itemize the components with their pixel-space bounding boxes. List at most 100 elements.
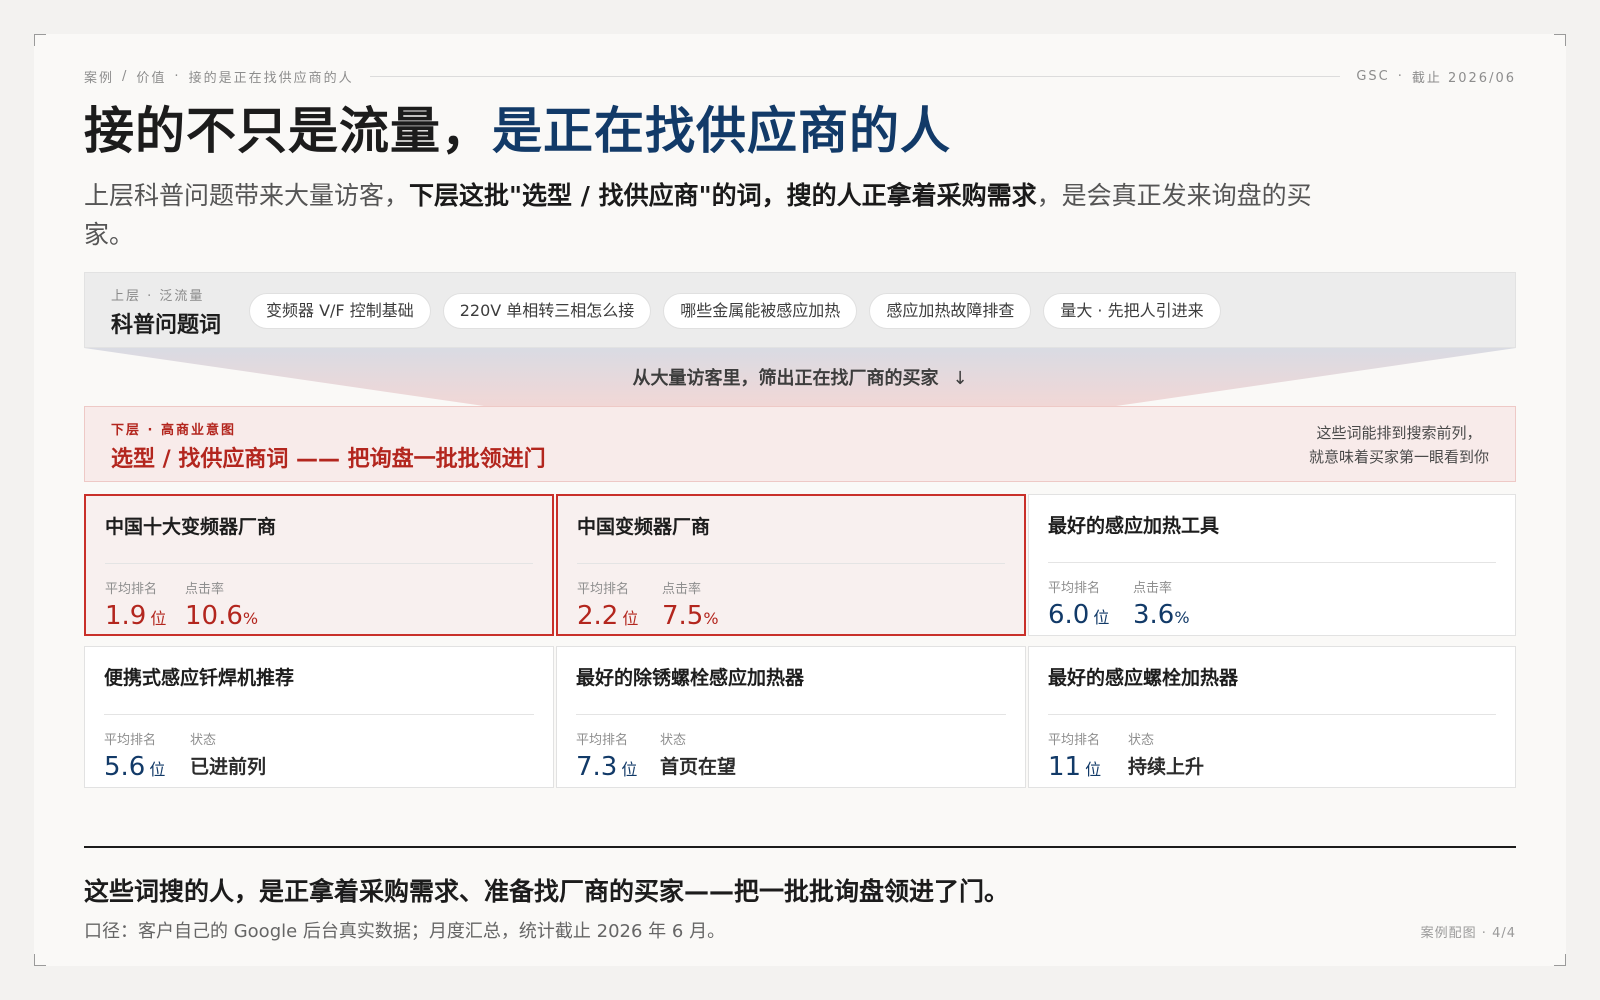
metric-value: 6.0 位 xyxy=(1048,600,1109,633)
rank-unit: 位 xyxy=(149,760,166,779)
corner-mark xyxy=(1554,34,1566,46)
note-line: 这些词能排到搜索前列， xyxy=(1316,424,1482,442)
corner-mark xyxy=(34,954,46,966)
keyword-chip: 量大 · 先把人引进来 xyxy=(1043,293,1221,329)
lower-tier-note: 这些词能排到搜索前列， 就意味着买家第一眼看到你 xyxy=(1309,421,1489,469)
keyword-card-grid: 中国十大变频器厂商 平均排名 1.9 位 点击率 10.6% 中国变频器厂商 平均… xyxy=(84,494,1516,788)
rank-metric: 平均排名 6.0 位 xyxy=(1048,577,1109,633)
source-tag: GSC xyxy=(1356,68,1390,84)
lower-tier-name: 选型 / 找供应商词 —— 把询盘一批批领进门 xyxy=(111,447,546,472)
metric-label: 状态 xyxy=(190,733,217,748)
upper-tier-name: 科普问题词 xyxy=(111,313,222,338)
rank-metric: 平均排名 2.2 位 xyxy=(577,578,638,634)
rank-unit: 位 xyxy=(621,760,638,779)
keyword-chip: 哪些金属能被感应加热 xyxy=(663,293,858,329)
breadcrumb-item: 价值 xyxy=(136,70,167,86)
keyword-chip: 变频器 V/F 控制基础 xyxy=(249,293,431,329)
metric-label: 状态 xyxy=(660,733,687,748)
title-part-highlight: 是正在找供应商的人 xyxy=(492,102,951,160)
card-title: 中国十大变频器厂商 xyxy=(105,516,277,538)
metric-value: 3.6% xyxy=(1133,600,1190,633)
card-divider xyxy=(104,714,534,715)
metric-label: 平均排名 xyxy=(1048,581,1101,596)
status-metric: 状态 持续上升 xyxy=(1128,729,1204,782)
rank-value: 7.3 xyxy=(576,752,618,782)
lede-text: 上层科普问题带来大量访客， xyxy=(84,181,410,210)
metric-value: 11 位 xyxy=(1048,752,1101,785)
title-part-plain: 接的不只是流量， xyxy=(84,102,492,160)
ctr-value: 3.6 xyxy=(1133,600,1175,630)
note-line: 就意味着买家第一眼看到你 xyxy=(1308,448,1489,466)
metric-label: 状态 xyxy=(1128,733,1155,748)
metric-value: 10.6% xyxy=(185,601,258,634)
lower-tier-panel: 下层 · 高商业意图 选型 / 找供应商词 —— 把询盘一批批领进门 这些词能排… xyxy=(84,406,1516,482)
percent-unit: % xyxy=(1174,608,1190,627)
ctr-value: 10.6 xyxy=(185,601,243,631)
funnel-label-text: 从大量访客里，筛出正在找厂商的买家 xyxy=(632,368,939,389)
lower-tier-tag: 下层 · 高商业意图 xyxy=(111,423,236,438)
metric-value: 1.9 位 xyxy=(105,601,166,634)
corner-mark xyxy=(1554,954,1566,966)
funnel-connector: 从大量访客里，筛出正在找厂商的买家 ↓ xyxy=(84,348,1516,406)
card-title: 最好的感应螺栓加热器 xyxy=(1048,667,1239,689)
ctr-value: 7.5 xyxy=(662,601,704,631)
rank-value: 2.2 xyxy=(577,601,619,631)
ctr-metric: 点击率 3.6% xyxy=(1133,577,1190,633)
metric-value: 5.6 位 xyxy=(104,752,165,785)
keyword-card: 中国变频器厂商 平均排名 2.2 位 点击率 7.5% xyxy=(556,494,1026,636)
rank-value: 11 xyxy=(1048,752,1082,782)
rank-unit: 位 xyxy=(150,609,167,628)
card-divider xyxy=(1048,714,1496,715)
funnel-label: 从大量访客里，筛出正在找厂商的买家 ↓ xyxy=(84,364,1516,390)
breadcrumb-item: 案例 xyxy=(84,70,115,86)
metric-value: 7.3 位 xyxy=(576,752,637,785)
rank-value: 5.6 xyxy=(104,752,146,782)
metric-label: 平均排名 xyxy=(1048,733,1101,748)
metric-value: 2.2 位 xyxy=(577,601,638,634)
card-title: 中国变频器厂商 xyxy=(577,516,711,538)
breadcrumb-item: 接的是正在找供应商的人 xyxy=(188,70,354,86)
lede-paragraph: 上层科普问题带来大量访客，下层这批"选型 / 找供应商"的词，搜的人正拿着采购需… xyxy=(84,176,1334,254)
breadcrumb-separator: / xyxy=(122,68,129,84)
percent-unit: % xyxy=(703,609,719,628)
metric-label: 平均排名 xyxy=(577,582,630,597)
rank-unit: 位 xyxy=(622,609,639,628)
metric-label: 点击率 xyxy=(1133,581,1173,596)
metric-label: 点击率 xyxy=(185,582,225,597)
top-bar: 案例 / 价值 · 接的是正在找供应商的人 GSC · 截止 2026/06 xyxy=(84,66,1516,86)
upper-tier-panel: 上层 · 泛流量 科普问题词 变频器 V/F 控制基础 220V 单相转三相怎么… xyxy=(84,272,1516,348)
card-title: 最好的除锈螺栓感应加热器 xyxy=(576,667,805,689)
page-title: 接的不只是流量，是正在找供应商的人 xyxy=(84,98,951,164)
footer-rule xyxy=(84,846,1516,848)
conclusion-text: 这些词搜的人，是正拿着采购需求、准备找厂商的买家——把一批批询盘领进了门。 xyxy=(84,877,1010,906)
keyword-card: 最好的感应螺栓加热器 平均排名 11 位 状态 持续上升 xyxy=(1028,646,1516,788)
keyword-card: 便携式感应钎焊机推荐 平均排名 5.6 位 状态 已进前列 xyxy=(84,646,554,788)
status-metric: 状态 已进前列 xyxy=(190,729,266,782)
rank-metric: 平均排名 11 位 xyxy=(1048,729,1101,785)
card-divider xyxy=(105,563,533,564)
page-count: 4/4 xyxy=(1492,926,1516,941)
status-value: 已进前列 xyxy=(190,756,267,778)
source-note: 口径：客户自己的 Google 后台真实数据；月度汇总，统计截止 2026 年 … xyxy=(84,921,726,942)
rank-metric: 平均排名 1.9 位 xyxy=(105,578,166,634)
page-number: 案例配图 · 4/4 xyxy=(1420,926,1516,941)
header-rule xyxy=(369,75,1341,77)
upper-tier-tag: 上层 · 泛流量 xyxy=(111,289,205,304)
keyword-chip: 220V 单相转三相怎么接 xyxy=(442,293,652,329)
card-title: 最好的感应加热工具 xyxy=(1048,515,1220,537)
metric-label: 平均排名 xyxy=(576,733,629,748)
card-title: 便携式感应钎焊机推荐 xyxy=(104,667,295,689)
keyword-card: 最好的除锈螺栓感应加热器 平均排名 7.3 位 状态 首页在望 xyxy=(556,646,1026,788)
arrow-down-icon: ↓ xyxy=(952,368,968,389)
metric-label: 点击率 xyxy=(662,582,702,597)
status-value: 首页在望 xyxy=(660,756,737,778)
percent-unit: % xyxy=(242,609,259,628)
rank-value: 6.0 xyxy=(1048,600,1090,630)
corner-mark xyxy=(34,34,46,46)
page-label: 案例配图 xyxy=(1420,926,1477,941)
rank-metric: 平均排名 5.6 位 xyxy=(104,729,165,785)
lede-emphasis: 下层这批"选型 / 找供应商"的词，搜的人正拿着采购需求 xyxy=(409,181,1037,210)
tag-separator: · xyxy=(1397,68,1404,84)
rank-unit: 位 xyxy=(1085,760,1102,779)
ctr-metric: 点击率 7.5% xyxy=(662,578,719,634)
